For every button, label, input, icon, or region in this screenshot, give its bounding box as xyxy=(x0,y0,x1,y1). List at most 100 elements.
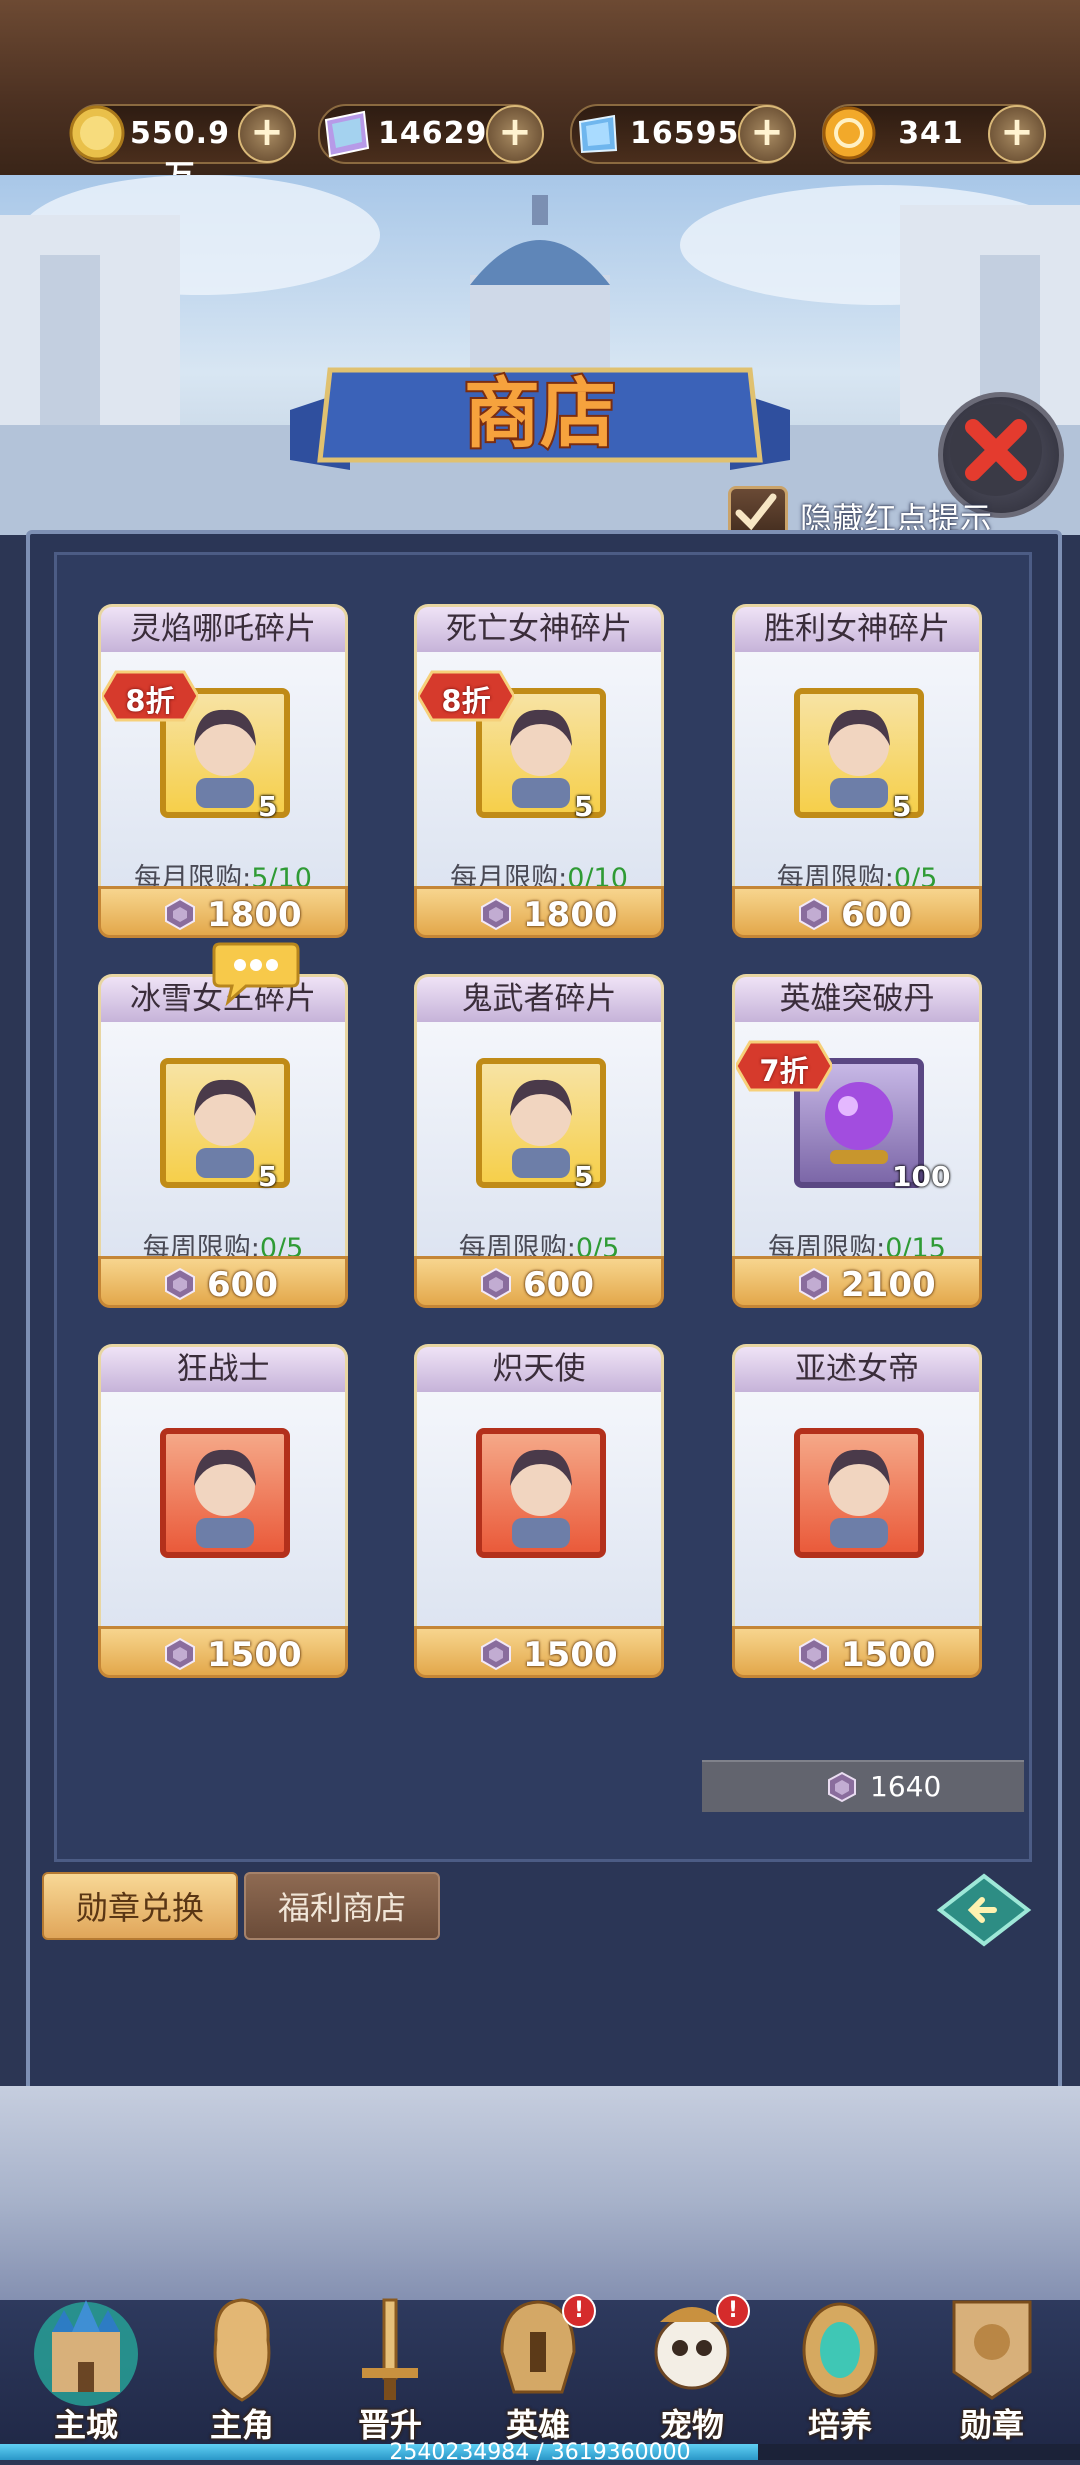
shop-item-card[interactable]: 胜利女神碎片 5 每周限购:0/5 600 xyxy=(732,604,982,938)
add-token-button[interactable]: + xyxy=(988,105,1046,163)
rainbow-crystal-icon xyxy=(324,110,370,158)
nav-promotion[interactable]: 晋升 xyxy=(324,2286,456,2446)
add-gold-button[interactable]: + xyxy=(238,105,296,163)
item-price: 1500 xyxy=(207,1635,302,1675)
nav-cultivate[interactable]: 培养 xyxy=(774,2286,906,2446)
item-portrait xyxy=(794,1428,924,1558)
diamond-value: 165953 xyxy=(630,116,762,151)
item-portrait xyxy=(476,1428,606,1558)
buy-button[interactable]: 2100 xyxy=(732,1256,982,1308)
item-count: 5 xyxy=(892,790,912,823)
medal-gem-icon xyxy=(828,1771,856,1803)
item-name: 炽天使 xyxy=(414,1344,664,1392)
discount-label: 8折 xyxy=(125,684,175,718)
buy-button[interactable]: 1800 xyxy=(414,886,664,938)
item-price: 2100 xyxy=(841,1265,936,1305)
item-name: 英雄突破丹 xyxy=(732,974,982,1022)
medal-gem-icon xyxy=(481,1267,511,1301)
medal-gem-icon xyxy=(799,1637,829,1671)
item-count: 100 xyxy=(892,1160,951,1193)
discount-label: 7折 xyxy=(759,1054,809,1088)
hero-portrait-icon xyxy=(510,1449,572,1548)
medal-gem-icon xyxy=(165,897,195,931)
shop-item-card[interactable]: 狂战士 1500 xyxy=(98,1344,348,1678)
item-name: 灵焰哪吒碎片 xyxy=(98,604,348,652)
gem-emblem-icon xyxy=(802,2302,878,2398)
shop-item-card[interactable]: 炽天使 1500 xyxy=(414,1344,664,1678)
item-count: 5 xyxy=(258,790,278,823)
medal-balance-value: 1640 xyxy=(870,1770,942,1803)
medal-gem-icon xyxy=(799,897,829,931)
discount-badge: 8折 xyxy=(416,666,516,726)
experience-text: 2540234984 / 3619360000 xyxy=(389,2440,691,2465)
item-price: 600 xyxy=(523,1265,594,1305)
crystal-value: 146293 xyxy=(378,116,510,151)
orange-token-icon xyxy=(822,106,876,160)
nav-pets[interactable]: 宠物! xyxy=(626,2286,758,2446)
shop-title-banner: 商店 xyxy=(290,367,790,470)
nav-medals[interactable]: 勋章 xyxy=(926,2286,1058,2446)
item-count: 5 xyxy=(574,790,594,823)
item-count: 5 xyxy=(574,1160,594,1193)
token-value: 341 xyxy=(898,116,964,151)
medal-gem-icon xyxy=(165,1267,195,1301)
nav-main-city[interactable]: 主城 xyxy=(20,2286,152,2446)
chat-bubble-icon[interactable] xyxy=(210,938,302,1008)
add-diamond-button[interactable]: + xyxy=(738,105,796,163)
medal-gem-icon xyxy=(481,1637,511,1671)
discount-label: 8折 xyxy=(441,684,491,718)
discount-badge: 7折 xyxy=(734,1036,834,1096)
item-name: 鬼武者碎片 xyxy=(414,974,664,1022)
add-crystal-button[interactable]: + xyxy=(486,105,544,163)
item-price: 1500 xyxy=(841,1635,936,1675)
medal-gem-icon xyxy=(481,897,511,931)
marble-ledge xyxy=(0,2086,1080,2316)
shop-item-card[interactable]: 死亡女神碎片 8折 5 每月限购:0/10 1800 xyxy=(414,604,664,938)
nav-protagonist[interactable]: 主角 xyxy=(176,2286,308,2446)
alert-badge: ! xyxy=(716,2294,750,2328)
blue-diamond-icon xyxy=(578,114,618,154)
shop-item-card[interactable]: 亚述女帝 1500 xyxy=(732,1344,982,1678)
hero-portrait-icon xyxy=(828,1449,890,1548)
shop-item-card[interactable]: 英雄突破丹 7折 100 每周限购:0/15 2100 xyxy=(732,974,982,1308)
buy-button[interactable]: 1500 xyxy=(732,1626,982,1678)
buy-button[interactable]: 600 xyxy=(732,886,982,938)
item-name: 胜利女神碎片 xyxy=(732,604,982,652)
hero-portrait-icon xyxy=(194,1449,256,1548)
tab-welfare-shop[interactable]: 福利商店 xyxy=(244,1872,440,1940)
crystal-resource: 146293 + xyxy=(318,104,544,164)
buy-button[interactable]: 1800 xyxy=(98,886,348,938)
medal-gem-icon xyxy=(165,1637,195,1671)
item-name: 亚述女帝 xyxy=(732,1344,982,1392)
gold-coin-icon xyxy=(69,105,125,161)
item-price: 1500 xyxy=(523,1635,618,1675)
shop-item-card[interactable]: 冰雪女王碎片 5 每周限购:0/5 600 xyxy=(98,974,348,1308)
shop-item-card[interactable]: 鬼武者碎片 5 每周限购:0/5 600 xyxy=(414,974,664,1308)
item-name: 死亡女神碎片 xyxy=(414,604,664,652)
gold-resource: 550.9万 + xyxy=(69,104,296,194)
item-price: 600 xyxy=(207,1265,278,1305)
item-price: 1800 xyxy=(523,895,618,935)
item-name: 狂战士 xyxy=(98,1344,348,1392)
medal-balance: 1640 xyxy=(702,1760,1024,1812)
castle-icon xyxy=(34,2300,138,2406)
hero-silhouette-icon xyxy=(213,2298,271,2402)
medal-banner-icon xyxy=(952,2300,1032,2400)
buy-button[interactable]: 1500 xyxy=(414,1626,664,1678)
item-count: 5 xyxy=(258,1160,278,1193)
shop-item-card[interactable]: 灵焰哪吒碎片 8折 5 每月限购:5/10 1800 xyxy=(98,604,348,938)
buy-button[interactable]: 600 xyxy=(98,1256,348,1308)
alert-badge: ! xyxy=(562,2294,596,2328)
buy-button[interactable]: 600 xyxy=(414,1256,664,1308)
sword-icon xyxy=(362,2298,418,2400)
item-price: 1800 xyxy=(207,895,302,935)
diamond-resource: 165953 + xyxy=(570,104,796,164)
discount-badge: 8折 xyxy=(100,666,200,726)
buy-button[interactable]: 1500 xyxy=(98,1626,348,1678)
tab-medal-exchange[interactable]: 勋章兑换 xyxy=(42,1872,238,1940)
medal-gem-icon xyxy=(799,1267,829,1301)
next-page-arrow-icon[interactable] xyxy=(936,1872,1032,1948)
nav-heroes[interactable]: 英雄! xyxy=(472,2286,604,2446)
token-resource: 341 + xyxy=(822,104,1046,164)
close-icon xyxy=(950,404,1042,496)
